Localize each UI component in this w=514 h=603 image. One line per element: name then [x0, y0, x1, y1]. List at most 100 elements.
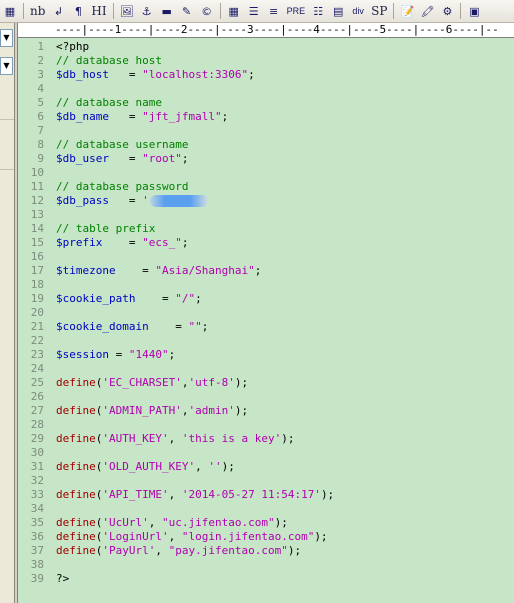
- code-line[interactable]: 28: [18, 418, 514, 432]
- code-line[interactable]: 16: [18, 250, 514, 264]
- paragraph-icon[interactable]: ¶: [69, 2, 87, 20]
- table-icon[interactable]: ▦: [225, 2, 243, 20]
- code-token-plain: =: [108, 348, 129, 361]
- line-number: 20: [30, 306, 44, 319]
- code-line[interactable]: 4: [18, 82, 514, 96]
- code-token-plain: ;: [201, 320, 209, 333]
- line-number: 22: [30, 334, 44, 347]
- line-number: 9: [37, 152, 44, 165]
- code-token-plain: =: [108, 68, 143, 81]
- code-line[interactable]: 6 $db_name = "jft_jfmall";: [18, 110, 514, 124]
- code-line[interactable]: 12 $db_pass = ': [18, 194, 514, 208]
- edit-icon[interactable]: ✎: [178, 2, 196, 20]
- code-token-plain: ;: [195, 292, 202, 305]
- code-line[interactable]: 3 $db_host = "localhost:3306";: [18, 68, 514, 82]
- code-line[interactable]: 14 // table prefix: [18, 222, 514, 236]
- bookmark-icon[interactable]: ▤: [329, 2, 347, 20]
- code-line[interactable]: 18: [18, 278, 514, 292]
- code-line[interactable]: 29 define('AUTH_KEY', 'this is a key');: [18, 432, 514, 446]
- code-line[interactable]: 22: [18, 334, 514, 348]
- code-line[interactable]: 10: [18, 166, 514, 180]
- code-token-string: 'LoginUrl': [102, 530, 169, 543]
- code-line[interactable]: 19 $cookie_path = "/";: [18, 292, 514, 306]
- code-line[interactable]: 25 define('EC_CHARSET','utf-8');: [18, 376, 514, 390]
- code-token-var: $db_name: [56, 110, 109, 123]
- code-line[interactable]: 15 $prefix = "ecs_";: [18, 236, 514, 250]
- code-line[interactable]: 23 $session = "1440";: [18, 348, 514, 362]
- code-token-string: 'admin': [188, 404, 235, 417]
- line-number: 11: [30, 180, 44, 193]
- code-token-plain: ;: [248, 68, 255, 81]
- line-content: <?php: [56, 40, 89, 54]
- code-token-func: define: [56, 376, 96, 389]
- code-line[interactable]: 27 define('ADMIN_PATH','admin');: [18, 404, 514, 418]
- heading-button[interactable]: HI: [89, 2, 108, 20]
- code-area[interactable]: 1 <?php 2 // database host 3 $db_host = "loca…: [18, 40, 514, 586]
- line-number: 23: [30, 348, 44, 361]
- code-line[interactable]: 31 define('OLD_AUTH_KEY', '');: [18, 460, 514, 474]
- code-token-plain: );: [221, 460, 235, 473]
- code-line[interactable]: 1 <?php: [18, 40, 514, 54]
- panel-divider: [0, 119, 14, 120]
- code-token-func: define: [56, 404, 96, 417]
- line-number: 17: [30, 264, 44, 277]
- horizontal-rule-icon[interactable]: ▬: [158, 2, 176, 20]
- code-line[interactable]: 35 define('UcUrl', "uc.jifentao.com");: [18, 516, 514, 530]
- anchor-icon[interactable]: ⚓: [138, 2, 156, 20]
- code-line[interactable]: 24: [18, 362, 514, 376]
- pre-button[interactable]: PRE: [285, 2, 308, 20]
- code-line[interactable]: 30: [18, 446, 514, 460]
- code-token-plain: ;: [254, 264, 262, 277]
- code-line[interactable]: 7: [18, 124, 514, 138]
- line-number: 25: [30, 376, 44, 389]
- code-token-comment: // database name: [56, 96, 162, 109]
- line-number: 14: [30, 222, 44, 235]
- align-icon[interactable]: ≡: [265, 2, 283, 20]
- code-token-string: 'API_TIME': [102, 488, 169, 501]
- code-line[interactable]: 37 define('PayUrl', "pay.jifentao.com");: [18, 544, 514, 558]
- code-line[interactable]: 26: [18, 390, 514, 404]
- code-token-var: $cookie_path: [56, 292, 136, 305]
- code-line[interactable]: 33 define('API_TIME', '2014-05-27 11:54:1…: [18, 488, 514, 502]
- panel-dropdown-top[interactable]: ▼: [0, 29, 13, 47]
- code-editor[interactable]: ----|----1----|----2----|----3----|----4…: [17, 23, 514, 603]
- toolbar-separator: [23, 3, 24, 19]
- line-content: define('PayUrl', "pay.jifentao.com");: [56, 544, 301, 558]
- code-line[interactable]: 2 // database host: [18, 54, 514, 68]
- code-line[interactable]: 32: [18, 474, 514, 488]
- panel-icon[interactable]: ▣: [465, 2, 483, 20]
- code-line[interactable]: 9 $db_user = "root";: [18, 152, 514, 166]
- code-token-plain: =: [102, 236, 143, 249]
- code-token-plain: );: [234, 376, 249, 389]
- div-button[interactable]: div: [349, 2, 367, 20]
- code-line[interactable]: 17 $timezone = "Asia/Shanghai";: [18, 264, 514, 278]
- copyright-icon[interactable]: ©: [198, 2, 216, 20]
- code-line[interactable]: 36 define('LoginUrl', "login.jifentao.com…: [18, 530, 514, 544]
- code-line[interactable]: 38: [18, 558, 514, 572]
- code-line[interactable]: 21 $cookie_domain = "";: [18, 320, 514, 334]
- code-line[interactable]: 13: [18, 208, 514, 222]
- highlighter-icon[interactable]: 🖍: [418, 2, 436, 20]
- code-line[interactable]: 34: [18, 502, 514, 516]
- tools-icon[interactable]: ⚙: [438, 2, 456, 20]
- color-grid-icon[interactable]: ▦: [1, 2, 19, 20]
- list-icon[interactable]: ☷: [309, 2, 327, 20]
- code-token-plain: ;: [221, 110, 229, 123]
- image-icon[interactable]: 🖼: [118, 2, 136, 20]
- line-content: define('UcUrl', "uc.jifentao.com");: [56, 516, 288, 530]
- notepad-icon[interactable]: 📝: [398, 2, 416, 20]
- code-line[interactable]: 39 ?>: [18, 572, 514, 586]
- code-line[interactable]: 20: [18, 306, 514, 320]
- redacted-password: [149, 195, 208, 207]
- toolbar-separator: [112, 3, 114, 19]
- sp-button[interactable]: SP: [369, 2, 389, 20]
- panel-dropdown-bottom[interactable]: ▼: [0, 57, 13, 75]
- code-line[interactable]: 11 // database password: [18, 180, 514, 194]
- table-rows-icon[interactable]: ☰: [245, 2, 263, 20]
- code-line[interactable]: 5 // database name: [18, 96, 514, 110]
- line-break-icon[interactable]: ↲: [49, 2, 67, 20]
- code-token-plain: ,: [155, 544, 169, 557]
- nbsp-button[interactable]: nb: [28, 2, 47, 20]
- code-line[interactable]: 8 // database username: [18, 138, 514, 152]
- code-token-string: "ecs_": [142, 236, 182, 249]
